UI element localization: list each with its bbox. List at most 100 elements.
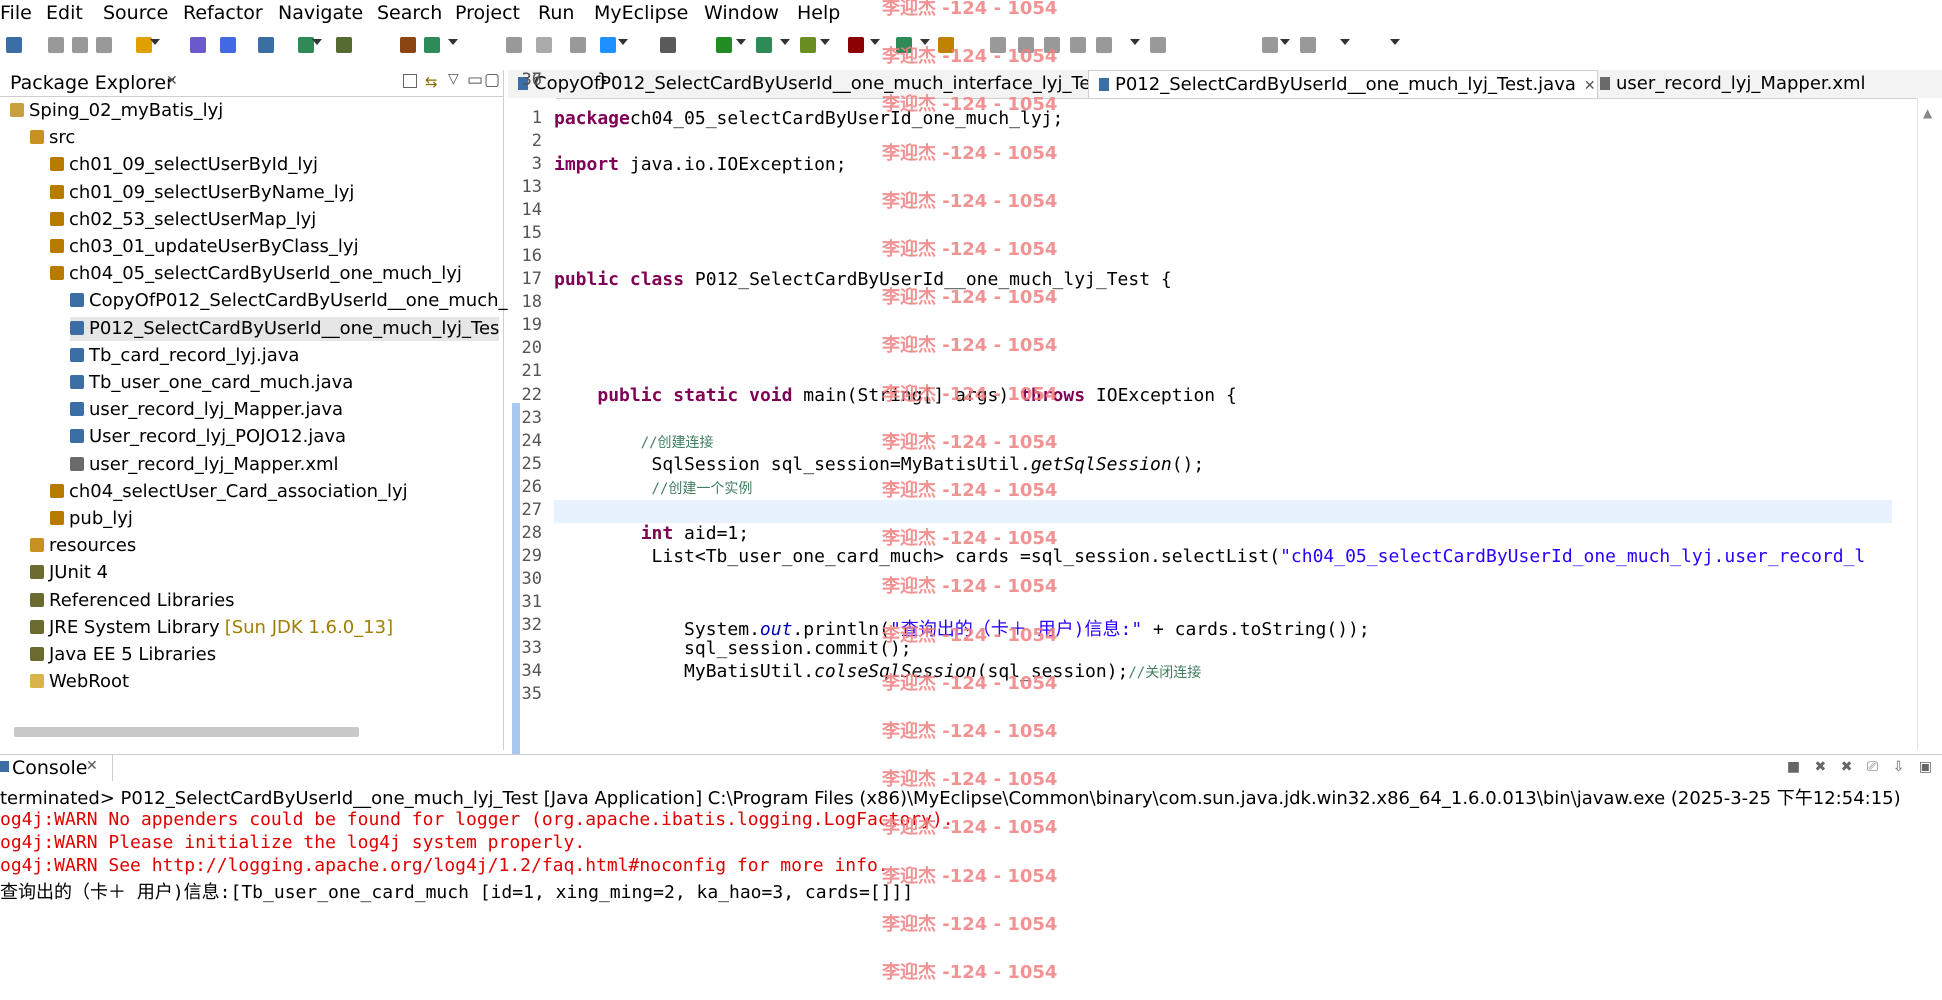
chevron-down-icon[interactable] (150, 39, 160, 45)
tree-item[interactable]: ch01_09_selectUserById_lyj (50, 153, 318, 177)
chevron-down-icon[interactable] (312, 39, 322, 45)
menu-edit[interactable]: Edit (46, 2, 83, 24)
menu-navigate[interactable]: Navigate (278, 2, 363, 24)
close-icon[interactable]: ✕ (86, 758, 98, 774)
tree-item[interactable]: Referenced Libraries (30, 589, 235, 613)
toolbar-button-icon[interactable] (570, 37, 586, 53)
code-token: IOException { (1085, 385, 1237, 406)
toolbar-button-icon[interactable] (190, 37, 206, 53)
pin-console-icon[interactable]: ▣ (1919, 759, 1932, 775)
menu-source[interactable]: Source (103, 2, 168, 24)
toolbar-button-icon[interactable] (600, 37, 616, 53)
tree-item[interactable]: ch04_selectUser_Card_association_lyj (50, 480, 408, 504)
tree-item[interactable]: WebRoot (30, 670, 129, 694)
remove-launch-icon[interactable]: ✖ (1815, 759, 1827, 775)
java-file-icon (70, 347, 84, 362)
toolbar-button-icon[interactable] (96, 37, 112, 53)
chevron-down-icon[interactable] (736, 39, 746, 45)
menu-help[interactable]: Help (797, 2, 840, 24)
code-line: 18 (508, 292, 1888, 315)
tree-item[interactable]: Tb_card_record_lyj.java (70, 344, 299, 368)
collapse-all-icon[interactable] (403, 74, 417, 88)
toolbar-button-icon[interactable] (1300, 37, 1316, 53)
code-token: //创建一个实例 (651, 481, 753, 497)
horizontal-scrollbar[interactable] (14, 727, 359, 737)
project-icon (10, 103, 24, 117)
toolbar-button-icon[interactable] (400, 37, 416, 53)
toolbar-button-icon[interactable] (258, 37, 274, 53)
watermark-text: 李迎杰 -124 - 1054 (882, 431, 1058, 453)
tree-item[interactable]: ch03_01_updateUserByClass_lyj (50, 235, 359, 259)
tree-item[interactable]: pub_lyj (50, 507, 133, 531)
toolbar-button-icon[interactable] (756, 37, 772, 53)
toolbar-button-icon[interactable] (336, 37, 352, 53)
close-icon[interactable]: ✕ (166, 73, 178, 89)
tree-item[interactable]: User_record_lyj_POJO12.java (70, 425, 346, 449)
toolbar-button-icon[interactable] (536, 37, 552, 53)
watermark-text: 李迎杰 -124 - 1054 (882, 0, 1058, 19)
menu-project[interactable]: Project (455, 2, 520, 24)
tree-item[interactable]: JRE System Library [Sun JDK 1.6.0_13] (30, 616, 393, 640)
tree-item[interactable]: CopyOfP012_SelectCardByUserId__one_much_… (70, 289, 520, 313)
clear-console-icon[interactable]: ⎚ (1867, 759, 1878, 775)
menu-window[interactable]: Window (704, 2, 779, 24)
tree-item[interactable]: ch04_05_selectCardByUserId_one_much_lyj (50, 262, 462, 286)
menu-file[interactable]: File (0, 2, 32, 24)
menu-myeclipse[interactable]: MyEclipse (594, 2, 688, 24)
package-explorer-tab[interactable]: Package Explorer ✕ ⇆ ▽ ▭ ▢ (0, 70, 503, 97)
view-menu-icon[interactable]: ▽ (448, 71, 459, 87)
tree-item[interactable]: ch01_09_selectUserByName_lyj (50, 181, 354, 205)
tree-item[interactable]: resources (30, 534, 136, 558)
menu-search[interactable]: Search (377, 2, 442, 24)
link-editor-icon[interactable]: ⇆ (425, 73, 438, 91)
toolbar-button-icon[interactable] (6, 37, 22, 53)
chevron-down-icon[interactable] (780, 39, 790, 45)
tree-item[interactable]: user_record_lyj_Mapper.xml (70, 453, 339, 477)
tree-item[interactable]: JUnit 4 (30, 561, 108, 585)
vertical-scrollbar[interactable]: ▲ (1917, 98, 1942, 750)
chevron-down-icon[interactable] (1390, 39, 1400, 45)
toolbar-button-icon[interactable] (424, 37, 440, 53)
toolbar-button-icon[interactable] (1070, 37, 1086, 53)
tree-item[interactable]: Tb_user_one_card_much.java (70, 371, 353, 395)
toolbar-button-icon[interactable] (800, 37, 816, 53)
tree-item[interactable]: src (30, 126, 75, 150)
toolbar-button-icon[interactable] (1262, 37, 1278, 53)
chevron-down-icon[interactable] (618, 39, 628, 45)
tree-item[interactable]: Sping_02_myBatis_lyj (10, 99, 223, 123)
terminate-icon[interactable]: ■ (1787, 759, 1800, 775)
toolbar-button-icon[interactable] (716, 37, 732, 53)
chevron-down-icon[interactable] (448, 39, 458, 45)
toolbar-button-icon[interactable] (660, 37, 676, 53)
chevron-down-icon[interactable] (1340, 39, 1350, 45)
toolbar-button-icon[interactable] (848, 37, 864, 53)
tree-item[interactable]: P012_SelectCardByUserId__one_much_lyj_Te… (70, 316, 499, 341)
line-number: 15 (521, 223, 542, 243)
toolbar-button-icon[interactable] (220, 37, 236, 53)
toolbar-button-icon[interactable] (506, 37, 522, 53)
toolbar-button-icon[interactable] (48, 37, 64, 53)
source-folder-icon (30, 130, 44, 145)
toolbar-button-icon[interactable] (72, 37, 88, 53)
remove-all-icon[interactable]: ✖ (1841, 759, 1853, 775)
menu-run[interactable]: Run (538, 2, 574, 24)
maximize-icon[interactable]: ▢ (484, 70, 500, 90)
chevron-down-icon[interactable] (1280, 39, 1290, 45)
toolbar-button-icon[interactable] (1150, 37, 1166, 53)
tree-item[interactable]: user_record_lyj_Mapper.java (70, 398, 343, 422)
minimize-icon[interactable]: ▭ (467, 70, 483, 90)
chevron-down-icon[interactable] (1130, 39, 1140, 45)
chevron-down-icon[interactable] (820, 39, 830, 45)
code-text: public class P012_SelectCardByUserId__on… (554, 269, 1172, 290)
tree-item[interactable]: ch02_53_selectUserMap_lyj (50, 208, 316, 232)
console-tab[interactable]: Console ✕ (0, 755, 113, 781)
chevron-down-icon[interactable] (870, 39, 880, 45)
scroll-up-icon[interactable]: ▲ (1923, 106, 1932, 120)
toolbar-button-icon[interactable] (1096, 37, 1112, 53)
tree-item[interactable]: Java EE 5 Libraries (30, 643, 216, 667)
menu-refactor[interactable]: Refactor (183, 2, 263, 24)
scroll-lock-icon[interactable]: ⇩ (1893, 759, 1905, 775)
tree-item-suffix: [Sun JDK 1.6.0_13] (224, 616, 394, 638)
